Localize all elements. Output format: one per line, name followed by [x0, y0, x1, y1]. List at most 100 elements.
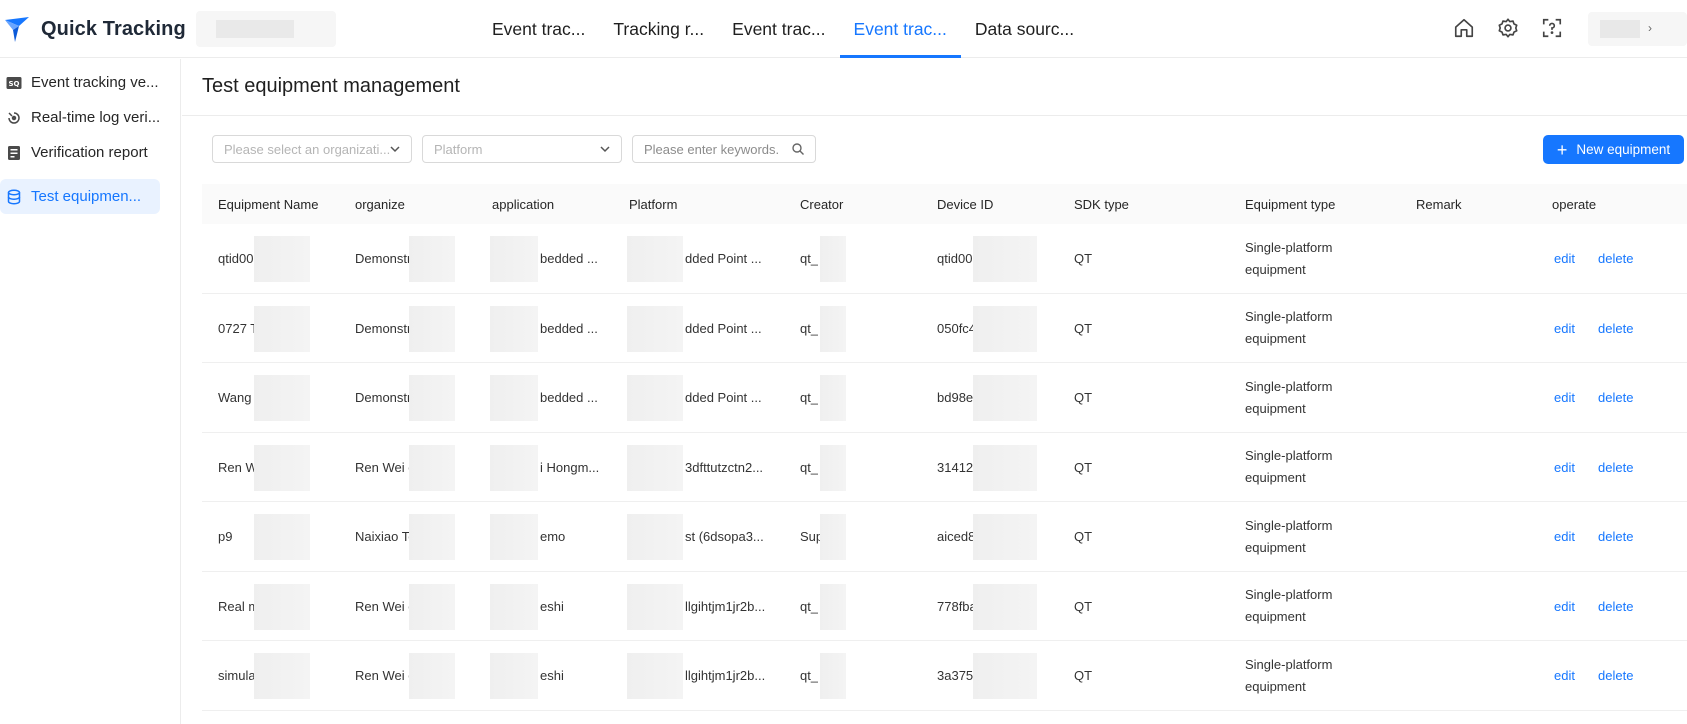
column-remark: Remark: [1416, 196, 1462, 212]
redaction-mask: [254, 514, 310, 560]
edit-link[interactable]: edit: [1554, 572, 1575, 641]
sidebar-item-label: Verification report: [31, 144, 148, 161]
app-name: Quick Tracking: [41, 17, 186, 40]
redaction-mask: [820, 375, 846, 421]
column-operate: operate: [1552, 196, 1597, 212]
sidebar-item-realtime-log[interactable]: Real-time log veri...: [0, 100, 160, 135]
redaction-mask: [973, 305, 1037, 352]
sdk-type-cell: QT: [1074, 459, 1093, 475]
help-icon[interactable]: [1540, 16, 1564, 40]
verification-icon: SQ: [6, 75, 22, 91]
redaction-mask: [409, 583, 455, 630]
platform-cell: llgihtjm1jr2b...: [685, 668, 766, 683]
delete-link[interactable]: delete: [1598, 224, 1633, 293]
table-row: simulat Ren Wei o eshi llgihtjm1jr2b... qt_ 3…: [202, 641, 1687, 711]
svg-text:SQ: SQ: [9, 80, 20, 88]
device-id-cell: 778fba: [937, 598, 977, 614]
equipment-type-cell: Single-platform equipment: [1245, 656, 1333, 694]
redaction-mask: [490, 375, 538, 421]
tab-event-tracking-verification[interactable]: Event trac...: [839, 0, 962, 58]
quick-tracking-logo-icon: [5, 17, 29, 42]
keyword-search-input[interactable]: Please enter keywords.: [632, 135, 816, 163]
edit-link[interactable]: edit: [1554, 433, 1575, 502]
sidebar: SQ Event tracking ve... Real-time log ve…: [0, 59, 181, 724]
platform-select[interactable]: Platform: [422, 135, 622, 163]
sidebar-item-label: Real-time log veri...: [31, 109, 160, 126]
chevron-down-icon: [390, 146, 400, 153]
keyword-search-placeholder: Please enter keywords.: [644, 141, 780, 157]
tab-tracking-r[interactable]: Tracking r...: [599, 0, 718, 58]
device-id-cell: 3a375: [937, 668, 974, 683]
delete-link[interactable]: delete: [1598, 433, 1633, 502]
organization-select[interactable]: Please select an organizati...: [212, 135, 412, 163]
redaction-mask: [820, 236, 846, 282]
search-icon[interactable]: [791, 142, 805, 156]
column-equipment-name: Equipment Name: [218, 196, 319, 212]
equipment-name-cell: qtid00: [218, 251, 254, 266]
main-content: Test equipment management Please select …: [182, 59, 1687, 724]
sidebar-item-label: Event tracking ve...: [31, 74, 159, 91]
user-menu[interactable]: ›: [1588, 12, 1687, 46]
table-row: Wang I Demonstra bedded ... dded Point ... q…: [202, 363, 1687, 433]
new-equipment-button[interactable]: + New equipment: [1543, 135, 1684, 164]
realtime-icon: [6, 110, 22, 126]
redaction-mask: [254, 444, 310, 491]
equipment-name-cell: Ren W: [218, 459, 258, 475]
application-cell: emo: [540, 529, 566, 544]
sdk-type-cell: QT: [1074, 668, 1093, 683]
delete-link[interactable]: delete: [1598, 641, 1633, 710]
edit-link[interactable]: edit: [1554, 224, 1575, 293]
redaction-mask: [973, 444, 1037, 491]
delete-link[interactable]: delete: [1598, 363, 1633, 432]
redaction-mask: [409, 375, 455, 421]
delete-link[interactable]: delete: [1598, 572, 1633, 641]
application-cell: bedded ...: [540, 320, 598, 336]
edit-link[interactable]: edit: [1554, 502, 1575, 571]
table-row: Ren W Ren Wei o i Hongm... 3dfttutzctn2... q…: [202, 433, 1687, 502]
sidebar-item-label: Test equipmen...: [31, 188, 142, 205]
workspace-selector[interactable]: [196, 11, 336, 47]
redaction-mask: [973, 236, 1037, 282]
edit-link[interactable]: edit: [1554, 641, 1575, 710]
sidebar-item-test-equipment[interactable]: Test equipmen...: [0, 179, 160, 214]
page-title: Test equipment management: [202, 75, 460, 97]
equipment-type-cell: Single-platform equipment: [1245, 378, 1333, 416]
edit-link[interactable]: edit: [1554, 294, 1575, 363]
tab-data-source[interactable]: Data sourc...: [961, 0, 1088, 58]
equipment-type-cell: Single-platform equipment: [1245, 587, 1333, 624]
table-header: Equipment Name organize application Plat…: [202, 184, 1687, 224]
delete-link[interactable]: delete: [1598, 502, 1633, 571]
settings-icon[interactable]: [1496, 16, 1520, 40]
redaction-mask: [254, 583, 310, 630]
application-cell: i Hongm...: [540, 459, 600, 475]
redaction-mask: [490, 444, 538, 491]
sidebar-item-event-tracking-verification[interactable]: SQ Event tracking ve...: [0, 65, 160, 100]
avatar: [1600, 20, 1640, 38]
app-logo[interactable]: Quick Tracking: [2, 13, 186, 45]
plus-icon: +: [1556, 139, 1568, 160]
equipment-name-cell: p9: [218, 529, 233, 544]
redaction-mask: [973, 375, 1037, 421]
equipment-name-cell: Real m: [218, 598, 260, 614]
sidebar-item-verification-report[interactable]: Verification report: [0, 135, 160, 170]
platform-cell: dded Point ...: [685, 320, 762, 336]
sdk-type-cell: QT: [1074, 529, 1093, 544]
redaction-mask: [490, 583, 538, 630]
tab-event-tracking-1[interactable]: Event trac...: [478, 0, 599, 58]
table-row: qtid00 Demonstra bedded ... dded Point ... q…: [202, 224, 1687, 294]
redaction-mask: [820, 305, 846, 352]
home-icon[interactable]: [1452, 16, 1476, 40]
platform-cell: dded Point ...: [685, 251, 762, 266]
delete-link[interactable]: delete: [1598, 294, 1633, 363]
top-header: Quick Tracking Event trac... Tracking r.…: [0, 0, 1687, 58]
redaction-mask: [490, 236, 538, 282]
tab-event-tracking-2[interactable]: Event trac...: [718, 0, 839, 58]
redaction-mask: [409, 305, 455, 352]
column-device-id: Device ID: [937, 196, 994, 212]
redaction-mask: [973, 514, 1037, 560]
redaction-mask: [820, 444, 846, 491]
column-sdk-type: SDK type: [1074, 196, 1129, 212]
edit-link[interactable]: edit: [1554, 363, 1575, 432]
platform-cell: dded Point ...: [685, 390, 762, 405]
redaction-mask: [973, 653, 1037, 699]
